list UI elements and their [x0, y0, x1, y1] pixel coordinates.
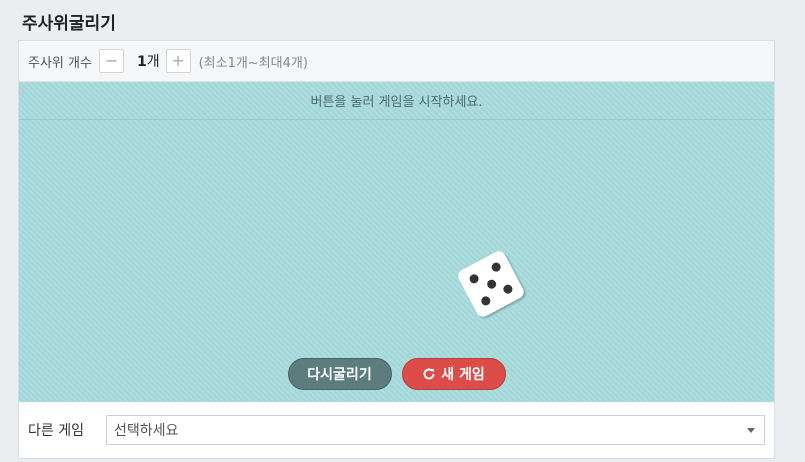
dice-panel: 주사위 개수 − 1개 + (최소1개~최대4개) 버튼을 눌러 게임을 시작하… — [18, 40, 775, 459]
die-pip — [484, 277, 498, 291]
new-game-button[interactable]: 새 게임 — [401, 358, 506, 390]
dice-count-value: 1개 — [137, 51, 160, 71]
die-pip — [468, 272, 481, 285]
other-games-select[interactable]: 선택하세요 — [106, 415, 765, 445]
dice-count-toolbar: 주사위 개수 − 1개 + (최소1개~최대4개) — [19, 41, 774, 82]
reroll-button[interactable]: 다시굴리기 — [287, 358, 392, 390]
new-game-label: 새 게임 — [441, 367, 485, 383]
decrease-count-button[interactable]: − — [98, 49, 124, 73]
dice-count-unit: 개 — [146, 54, 160, 70]
select-value: 선택하세요 — [114, 423, 179, 439]
other-games-row: 다른 게임 선택하세요 — [19, 402, 774, 458]
die — [455, 248, 527, 320]
page-title: 주사위굴리기 — [22, 14, 116, 34]
game-board: 버튼을 눌러 게임을 시작하세요. 다시굴리기 새 게임 — [19, 82, 774, 402]
die-face-five — [455, 248, 527, 320]
increase-count-button[interactable]: + — [165, 49, 191, 73]
dice-count-label: 주사위 개수 — [28, 55, 92, 71]
game-buttons: 다시굴리기 새 게임 — [19, 358, 774, 390]
refresh-icon — [423, 368, 435, 380]
dice-range-hint: (최소1개~최대4개) — [198, 55, 308, 71]
chevron-down-icon — [747, 428, 755, 433]
status-message: 버튼을 눌러 게임을 시작하세요. — [19, 82, 774, 120]
dice-count-number: 1 — [136, 54, 147, 70]
die-pip — [479, 294, 492, 307]
other-games-label: 다른 게임 — [28, 423, 84, 439]
die-pip — [490, 261, 503, 274]
die-pip — [501, 283, 514, 296]
